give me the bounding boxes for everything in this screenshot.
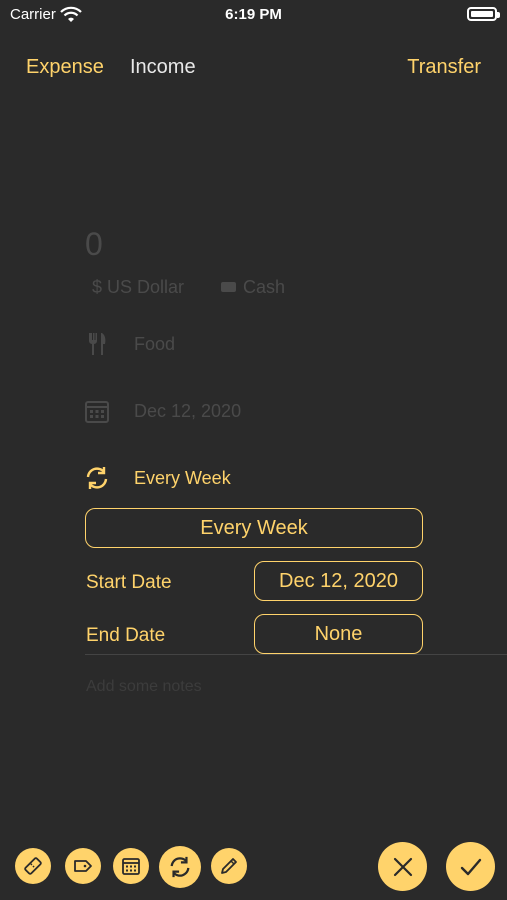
battery-icon <box>467 7 500 21</box>
end-date-button[interactable]: None <box>254 614 423 654</box>
pencil-button[interactable] <box>211 848 247 884</box>
clock: 6:19 PM <box>225 6 282 23</box>
wallet-icon <box>221 282 236 292</box>
cancel-button[interactable] <box>378 842 427 891</box>
checkmark-icon <box>460 858 481 875</box>
divider <box>85 654 507 655</box>
status-bar: Carrier 6:19 PM <box>0 0 507 30</box>
notes-input[interactable]: Add some notes <box>86 678 202 696</box>
tag-icon <box>74 860 92 872</box>
ticket-icon <box>24 857 42 875</box>
repeat-label: Every Week <box>134 468 231 488</box>
category-label[interactable]: Food <box>134 334 175 355</box>
amount-input[interactable]: 0 <box>85 226 103 263</box>
repeat-icon <box>170 856 190 878</box>
tab-expense[interactable]: Expense <box>26 56 104 79</box>
frequency-button[interactable]: Every Week <box>85 508 423 548</box>
tab-income[interactable]: Income <box>130 56 196 79</box>
ticket-button[interactable] <box>15 848 51 884</box>
close-icon <box>393 857 412 876</box>
repeat-button[interactable] <box>159 846 201 888</box>
start-date-label: Start Date <box>86 572 172 593</box>
calendar-icon <box>85 401 109 423</box>
pencil-icon <box>221 858 237 874</box>
end-date-label: End Date <box>86 625 166 646</box>
date-label[interactable]: Dec 12, 2020 <box>134 401 241 422</box>
calendar-icon <box>122 858 140 875</box>
start-date-button[interactable]: Dec 12, 2020 <box>254 561 423 601</box>
account-label: Cash <box>243 277 286 297</box>
account-selector[interactable]: Cash <box>220 277 285 298</box>
currency-selector[interactable]: $ US Dollar <box>92 277 184 298</box>
tab-transfer[interactable]: Transfer <box>407 56 481 79</box>
tag-button[interactable] <box>65 848 101 884</box>
fork-knife-icon <box>89 333 106 355</box>
repeat-icon <box>86 467 108 489</box>
calendar-button[interactable] <box>113 848 149 884</box>
confirm-button[interactable] <box>446 842 495 891</box>
